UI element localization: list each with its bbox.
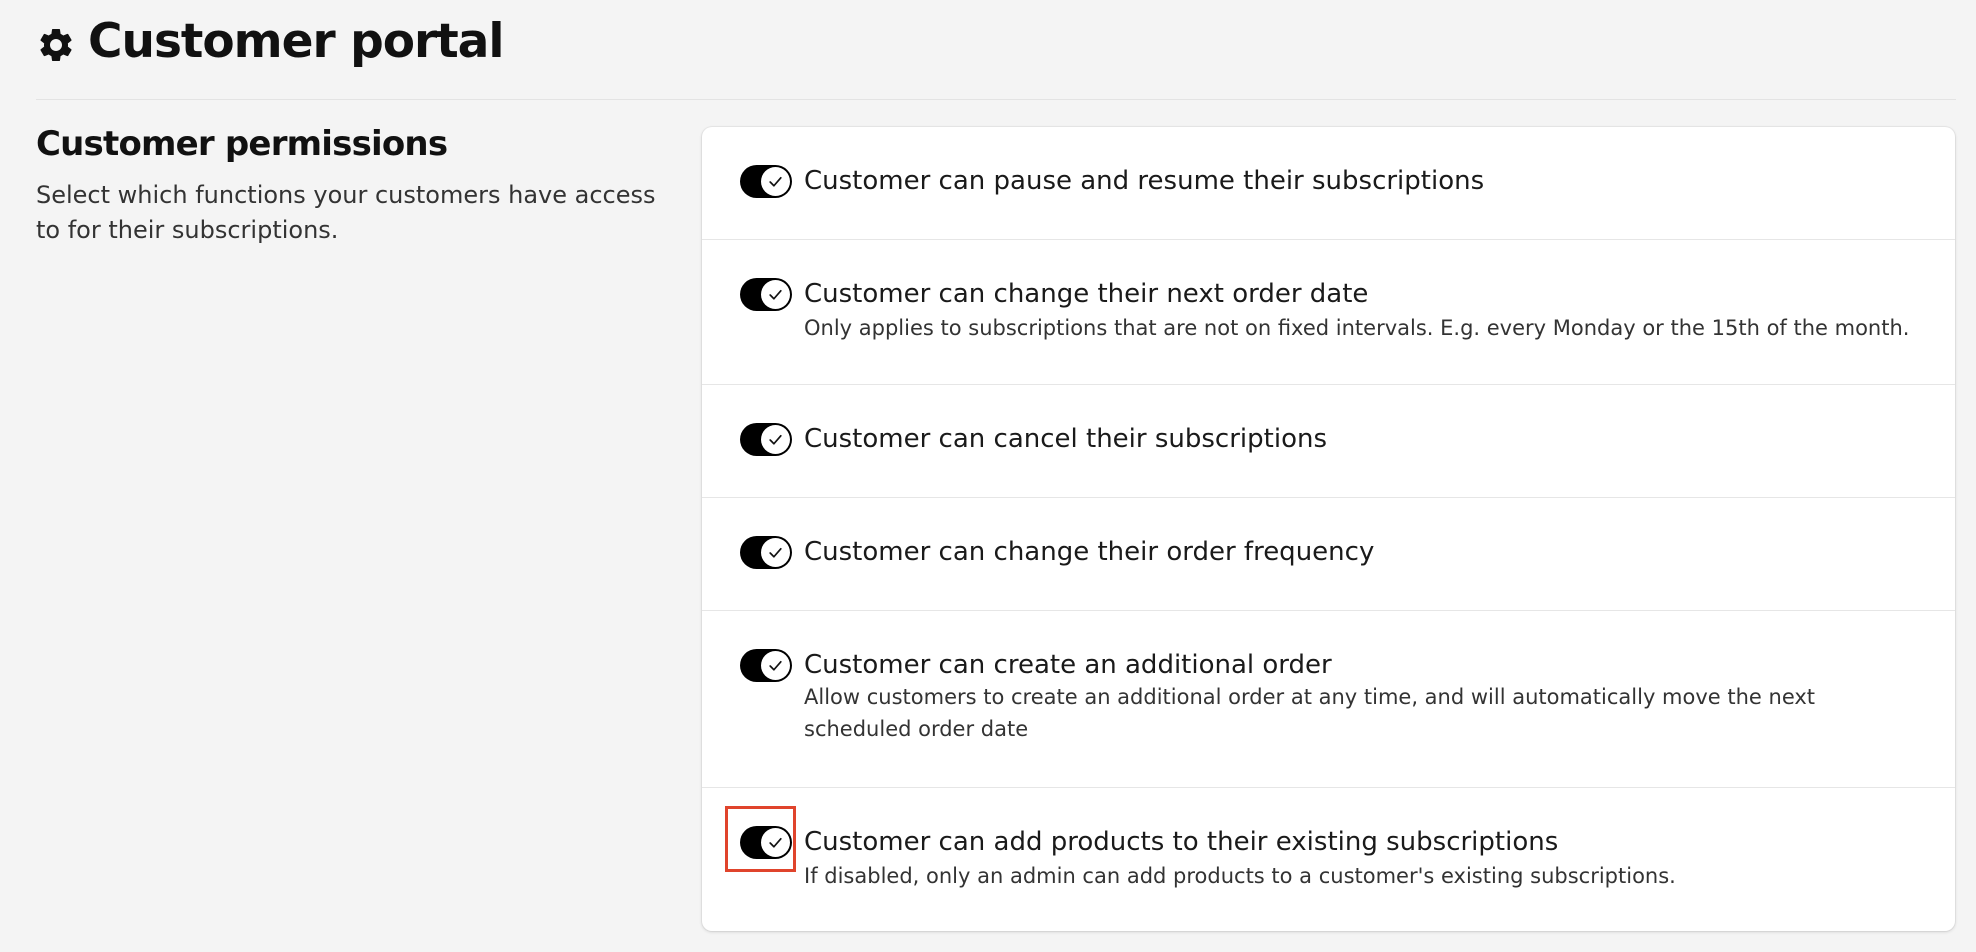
permission-label: Customer can cancel their subscriptions bbox=[804, 424, 1327, 454]
section-description: Select which functions your customers ha… bbox=[36, 181, 656, 244]
permission-description: If disabled, only an admin can add produ… bbox=[804, 864, 1676, 888]
toggle-pause-resume[interactable] bbox=[740, 165, 792, 198]
page-header: Customer portal bbox=[36, 14, 504, 69]
toggle-next-order-date[interactable] bbox=[740, 278, 792, 311]
permissions-intro: Customer permissions Select which functi… bbox=[36, 124, 676, 248]
gear-icon bbox=[40, 28, 72, 61]
permission-row-cancel: Customer can cancel their subscriptions bbox=[702, 385, 1955, 498]
toggle-knob bbox=[761, 425, 790, 454]
toggle-additional-order[interactable] bbox=[740, 649, 792, 682]
permission-row-add-products: Customer can add products to their exist… bbox=[702, 788, 1955, 931]
permissions-card: Customer can pause and resume their subs… bbox=[702, 127, 1955, 931]
permission-label: Customer can add products to their exist… bbox=[804, 827, 1559, 857]
permission-label: Customer can pause and resume their subs… bbox=[804, 166, 1485, 196]
permission-description: Only applies to subscriptions that are n… bbox=[804, 316, 1910, 340]
permission-label: Customer can change their next order dat… bbox=[804, 279, 1369, 309]
checkmark-icon bbox=[769, 660, 782, 671]
checkmark-icon bbox=[769, 547, 782, 558]
header-divider bbox=[36, 99, 1956, 100]
checkmark-icon bbox=[769, 289, 782, 300]
highlight-box bbox=[725, 806, 796, 872]
permission-label: Customer can change their order frequenc… bbox=[804, 537, 1375, 567]
toggle-knob bbox=[761, 538, 790, 567]
permission-label: Customer can create an additional order bbox=[804, 650, 1332, 680]
toggle-knob bbox=[761, 651, 790, 680]
permission-description: Allow customers to create an additional … bbox=[804, 685, 1816, 741]
section-title: Customer permissions bbox=[36, 124, 448, 164]
permission-row-next-order-date: Customer can change their next order dat… bbox=[702, 240, 1955, 385]
checkmark-icon bbox=[769, 434, 782, 445]
permission-row-order-frequency: Customer can change their order frequenc… bbox=[702, 498, 1955, 611]
permission-row-pause-resume: Customer can pause and resume their subs… bbox=[702, 127, 1955, 240]
toggle-order-frequency[interactable] bbox=[740, 536, 792, 569]
checkmark-icon bbox=[769, 176, 782, 187]
toggle-knob bbox=[761, 280, 790, 309]
page-title: Customer portal bbox=[88, 14, 504, 69]
toggle-cancel[interactable] bbox=[740, 423, 792, 456]
permission-row-additional-order: Customer can create an additional order … bbox=[702, 611, 1955, 788]
toggle-knob bbox=[761, 167, 790, 196]
